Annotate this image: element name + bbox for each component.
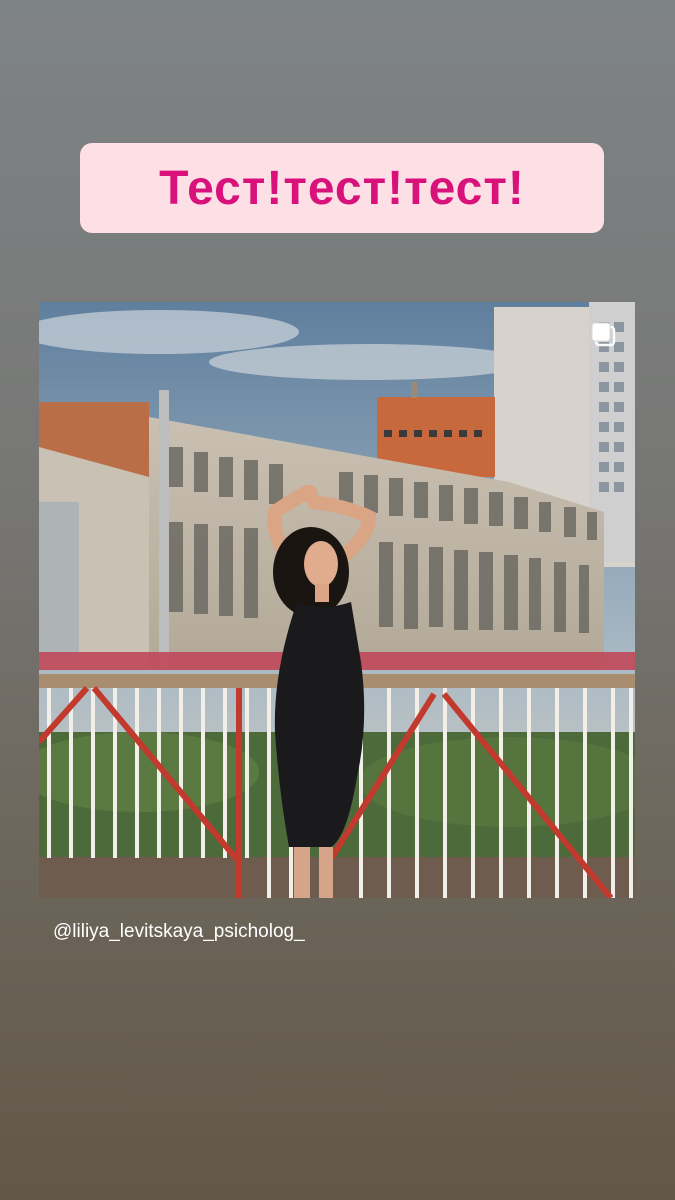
photo-illustration (39, 302, 635, 898)
title-text: Тест!тест!тест! (159, 161, 525, 215)
post-username[interactable]: @liliya_levitskaya_psicholog_ (53, 921, 305, 943)
post-photo[interactable] (39, 302, 635, 898)
story-frame: Тест!тест!тест! @liliya_levitskaya_psich… (0, 0, 675, 1200)
title-sticker[interactable]: Тест!тест!тест! (80, 143, 604, 233)
multiple-photos-icon (591, 322, 616, 347)
